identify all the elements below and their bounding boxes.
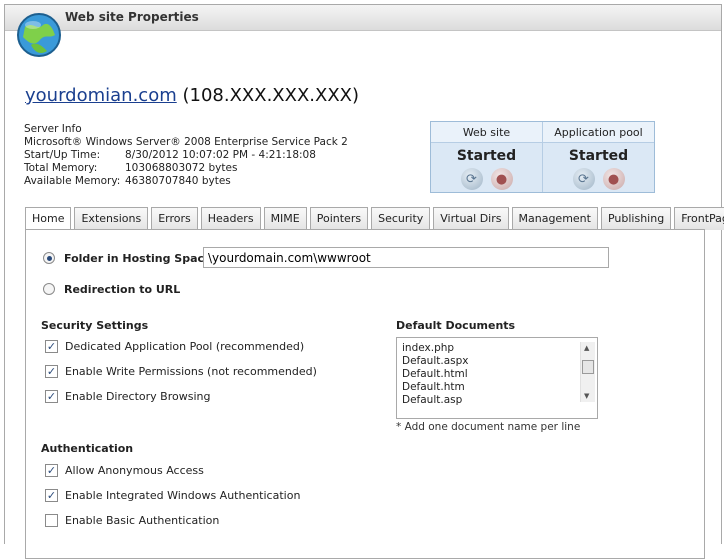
globe-icon [17,13,61,57]
app-pool-status: Application pool Started ⟳ ● [543,122,654,192]
default-docs-textarea[interactable]: index.php Default.aspx Default.html Defa… [396,337,598,419]
tab-management[interactable]: Management [511,207,598,230]
default-doc-item: Default.htm [402,381,465,393]
checkbox-anonymous-access[interactable]: ✓ [45,464,58,477]
scroll-thumb[interactable] [582,360,594,374]
info-label: Available Memory: [24,175,121,187]
redirect-label: Redirection to URL [64,283,181,296]
stop-app-pool-icon[interactable]: ● [602,168,625,190]
checkbox-basic-auth[interactable] [45,514,58,527]
info-row-total-memory: Total Memory: 103068803072 bytes [24,162,348,175]
folder-path-input[interactable] [203,247,609,268]
tab-security[interactable]: Security [371,207,431,230]
website-status-state: Started [456,148,517,164]
domain-link[interactable]: yourdomian.com [25,85,177,106]
default-docs-scrollbar[interactable]: ▲ ▼ [580,342,595,402]
tab-home[interactable]: Home [25,207,72,231]
auth-heading: Authentication [41,442,134,455]
info-row-available-memory: Available Memory: 46380707840 bytes [24,175,348,188]
checkbox-label: Enable Write Permissions (not recommende… [65,365,317,378]
default-doc-item: index.php [402,342,455,354]
checkbox-label: Dedicated Application Pool (recommended) [65,340,305,353]
info-row-uptime: Start/Up Time: 8/30/2012 10:07:02 PM - 4… [24,149,348,162]
tab-mime[interactable]: MIME [263,207,307,230]
folder-label: Folder in Hosting Space [64,252,212,265]
folder-radio[interactable] [43,252,55,264]
app-pool-status-label: Application pool [543,122,654,143]
server-os: Microsoft® Windows Server® 2008 Enterpri… [24,136,348,148]
checkbox-label: Enable Directory Browsing [65,390,211,403]
restart-website-icon[interactable]: ⟳ [460,168,483,190]
tab-extensions[interactable]: Extensions [74,207,149,230]
info-label: Start/Up Time: [24,149,101,161]
site-header: yourdomian.com (108.XXX.XXX.XXX) [25,85,359,106]
restart-app-pool-icon[interactable]: ⟳ [572,168,595,190]
checkbox-label: Enable Basic Authentication [65,514,220,527]
default-doc-item: Default.html [402,368,468,380]
tab-frontpage[interactable]: FrontPage [674,207,724,230]
redirect-radio[interactable] [43,283,55,295]
tab-virtual-dirs[interactable]: Virtual Dirs [433,207,509,230]
scroll-up-icon[interactable]: ▲ [584,344,589,352]
checkbox-write-permissions[interactable]: ✓ [45,365,58,378]
tab-strip: Home Extensions Errors Headers MIME Poin… [25,207,724,231]
info-label: Total Memory: [24,162,98,174]
info-value: 103068803072 bytes [125,162,238,174]
properties-window: Web site Properties yourdomian.com (108.… [4,4,724,559]
server-info-heading: Server Info [24,123,82,135]
checkbox-dedicated-pool[interactable]: ✓ [45,340,58,353]
checkbox-windows-auth[interactable]: ✓ [45,489,58,502]
server-info: Server Info Microsoft® Windows Server® 2… [24,123,348,188]
default-docs-heading: Default Documents [396,319,516,332]
scroll-down-icon[interactable]: ▼ [584,392,589,400]
stop-website-icon[interactable]: ● [490,168,513,190]
title-bar: Web site Properties [5,5,721,31]
security-heading: Security Settings [41,319,149,332]
default-docs-note: * Add one document name per line [396,421,581,433]
tab-pointers[interactable]: Pointers [309,207,369,230]
ip-address: (108.XXX.XXX.XXX) [182,85,360,106]
app-pool-status-state: Started [568,148,629,164]
tab-headers[interactable]: Headers [200,207,261,230]
website-status-label: Web site [431,122,542,143]
home-panel: Folder in Hosting Space Redirection to U… [25,229,705,559]
info-value: 46380707840 bytes [125,175,231,187]
window-title: Web site Properties [65,10,199,24]
tab-publishing[interactable]: Publishing [600,207,672,230]
checkbox-directory-browsing[interactable]: ✓ [45,390,58,403]
website-status: Web site Started ⟳ ● [431,122,543,192]
default-doc-item: Default.asp [402,394,463,406]
tab-errors[interactable]: Errors [151,207,198,230]
status-panel: Web site Started ⟳ ● Application pool St… [430,121,655,193]
info-value: 8/30/2012 10:07:02 PM - 4:21:18:08 [125,149,316,161]
checkbox-label: Allow Anonymous Access [65,464,204,477]
checkbox-label: Enable Integrated Windows Authentication [65,489,301,502]
default-doc-item: Default.aspx [402,355,469,367]
